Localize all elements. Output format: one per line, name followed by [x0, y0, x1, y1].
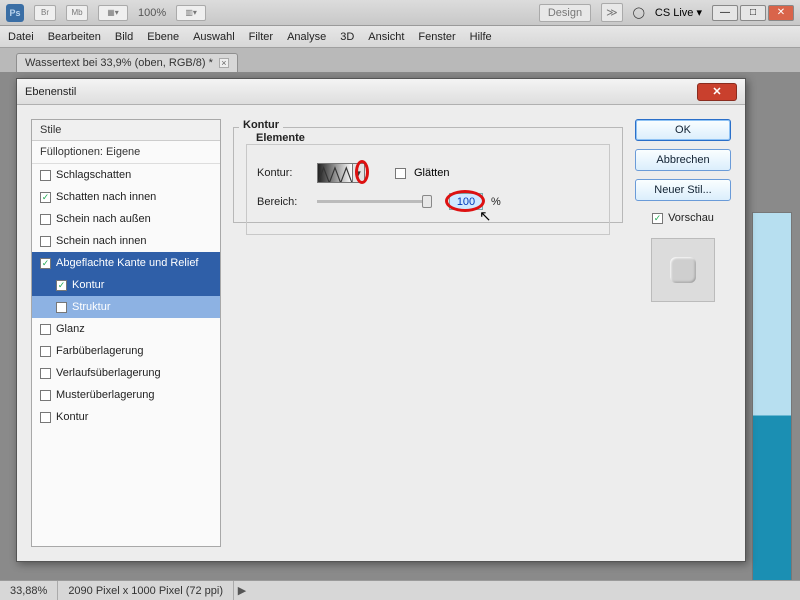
styles-list: Stile Fülloptionen: Eigene Schlagschatte… [31, 119, 221, 547]
style-item-label: Struktur [72, 301, 111, 313]
contour-picker[interactable] [317, 163, 353, 183]
smooth-checkbox[interactable] [395, 168, 406, 179]
contour-dropdown-arrow[interactable]: ▼ [353, 163, 365, 183]
style-item-label: Schein nach außen [56, 213, 151, 225]
dialog-buttons: OK Abbrechen Neuer Stil... Vorschau [635, 119, 731, 547]
menu-fenster[interactable]: Fenster [418, 31, 455, 43]
style-item-label: Kontur [56, 411, 88, 423]
style-item-5[interactable]: Kontur [32, 274, 220, 296]
window-maximize[interactable]: □ [740, 5, 766, 21]
style-item-9[interactable]: Verlaufsüberlagerung [32, 362, 220, 384]
style-checkbox[interactable] [40, 214, 51, 225]
style-checkbox[interactable] [56, 302, 67, 313]
style-item-10[interactable]: Musterüberlagerung [32, 384, 220, 406]
status-bar: 33,88% 2090 Pixel x 1000 Pixel (72 ppi) … [0, 580, 800, 600]
dialog-title: Ebenenstil [25, 86, 76, 98]
document-tabs: Wassertext bei 33,9% (oben, RGB/8) * × [0, 48, 800, 72]
design-button[interactable]: Design [539, 4, 591, 22]
app-logo: Ps [6, 4, 24, 22]
menu-auswahl[interactable]: Auswahl [193, 31, 235, 43]
preview-label: Vorschau [668, 212, 714, 224]
range-value-input[interactable] [449, 193, 483, 210]
menu-hilfe[interactable]: Hilfe [470, 31, 492, 43]
style-checkbox[interactable] [40, 192, 51, 203]
zoom-label: 100% [138, 7, 166, 19]
range-slider-thumb[interactable] [422, 195, 432, 208]
percent-label: % [491, 196, 501, 208]
menu-bild[interactable]: Bild [115, 31, 133, 43]
menu-bar: Datei Bearbeiten Bild Ebene Auswahl Filt… [0, 26, 800, 48]
status-zoom[interactable]: 33,88% [0, 581, 58, 600]
fill-options-row[interactable]: Fülloptionen: Eigene [32, 141, 220, 164]
close-tab-icon[interactable]: × [219, 58, 229, 68]
screen-mode-icon[interactable]: ▦▾ [98, 5, 128, 21]
style-checkbox[interactable] [56, 280, 67, 291]
style-item-11[interactable]: Kontur [32, 406, 220, 428]
new-style-button[interactable]: Neuer Stil... [635, 179, 731, 201]
menu-ebene[interactable]: Ebene [147, 31, 179, 43]
cancel-button[interactable]: Abbrechen [635, 149, 731, 171]
settings-panel: Kontur Elemente Kontur: ▼ [233, 119, 623, 547]
document-preview-sliver [752, 212, 792, 582]
status-dimensions[interactable]: 2090 Pixel x 1000 Pixel (72 ppi) [58, 581, 234, 600]
style-item-label: Farbüberlagerung [56, 345, 143, 357]
document-tab-title: Wassertext bei 33,9% (oben, RGB/8) * [25, 57, 213, 69]
menu-datei[interactable]: Datei [8, 31, 34, 43]
style-item-1[interactable]: Schatten nach innen [32, 186, 220, 208]
style-checkbox[interactable] [40, 324, 51, 335]
smooth-label: Glätten [414, 167, 449, 179]
menu-analyse[interactable]: Analyse [287, 31, 326, 43]
style-item-4[interactable]: Abgeflachte Kante und Relief [32, 252, 220, 274]
style-item-6[interactable]: Struktur [32, 296, 220, 318]
style-checkbox[interactable] [40, 236, 51, 247]
minibridge-pill[interactable]: Mb [66, 5, 88, 21]
contour-label: Kontur: [257, 167, 309, 179]
layer-style-dialog: Ebenenstil ✕ Stile Fülloptionen: Eigene … [16, 78, 746, 562]
style-item-2[interactable]: Schein nach außen [32, 208, 220, 230]
bridge-pill[interactable]: Br [34, 5, 56, 21]
dialog-titlebar[interactable]: Ebenenstil ✕ [17, 79, 745, 105]
range-label: Bereich: [257, 196, 309, 208]
style-checkbox[interactable] [40, 170, 51, 181]
preview-checkbox[interactable] [652, 213, 663, 224]
window-minimize[interactable]: — [712, 5, 738, 21]
style-checkbox[interactable] [40, 258, 51, 269]
window-close[interactable]: ✕ [768, 5, 794, 21]
style-item-label: Kontur [72, 279, 104, 291]
style-item-label: Schein nach innen [56, 235, 147, 247]
style-item-label: Schlagschatten [56, 169, 131, 181]
subgroup-title-elemente: Elemente [252, 132, 309, 144]
style-item-label: Schatten nach innen [56, 191, 156, 203]
ok-button[interactable]: OK [635, 119, 731, 141]
menu-bearbeiten[interactable]: Bearbeiten [48, 31, 101, 43]
styles-header[interactable]: Stile [32, 120, 220, 141]
expand-button[interactable]: ≫ [601, 3, 623, 22]
range-slider[interactable] [317, 200, 427, 203]
style-checkbox[interactable] [40, 390, 51, 401]
arrange-icon[interactable]: ▥▾ [176, 5, 206, 21]
document-tab[interactable]: Wassertext bei 33,9% (oben, RGB/8) * × [16, 53, 238, 72]
app-toolbar: Ps Br Mb ▦▾ 100% ▥▾ Design ≫ ◯ CS Live ▾… [0, 0, 800, 26]
style-checkbox[interactable] [40, 346, 51, 357]
status-menu-arrow[interactable]: ▶ [234, 584, 250, 597]
style-item-3[interactable]: Schein nach innen [32, 230, 220, 252]
style-item-label: Abgeflachte Kante und Relief [56, 257, 199, 269]
style-item-label: Verlaufsüberlagerung [56, 367, 161, 379]
cslive-menu[interactable]: CS Live ▾ [655, 6, 702, 19]
menu-3d[interactable]: 3D [340, 31, 354, 43]
style-item-7[interactable]: Glanz [32, 318, 220, 340]
style-item-8[interactable]: Farbüberlagerung [32, 340, 220, 362]
menu-ansicht[interactable]: Ansicht [368, 31, 404, 43]
preview-swatch [651, 238, 715, 302]
style-checkbox[interactable] [40, 412, 51, 423]
style-item-label: Glanz [56, 323, 85, 335]
dialog-close-button[interactable]: ✕ [697, 83, 737, 101]
style-item-label: Musterüberlagerung [56, 389, 154, 401]
group-title-kontur: Kontur [239, 119, 283, 131]
menu-filter[interactable]: Filter [249, 31, 273, 43]
style-item-0[interactable]: Schlagschatten [32, 164, 220, 186]
style-checkbox[interactable] [40, 368, 51, 379]
